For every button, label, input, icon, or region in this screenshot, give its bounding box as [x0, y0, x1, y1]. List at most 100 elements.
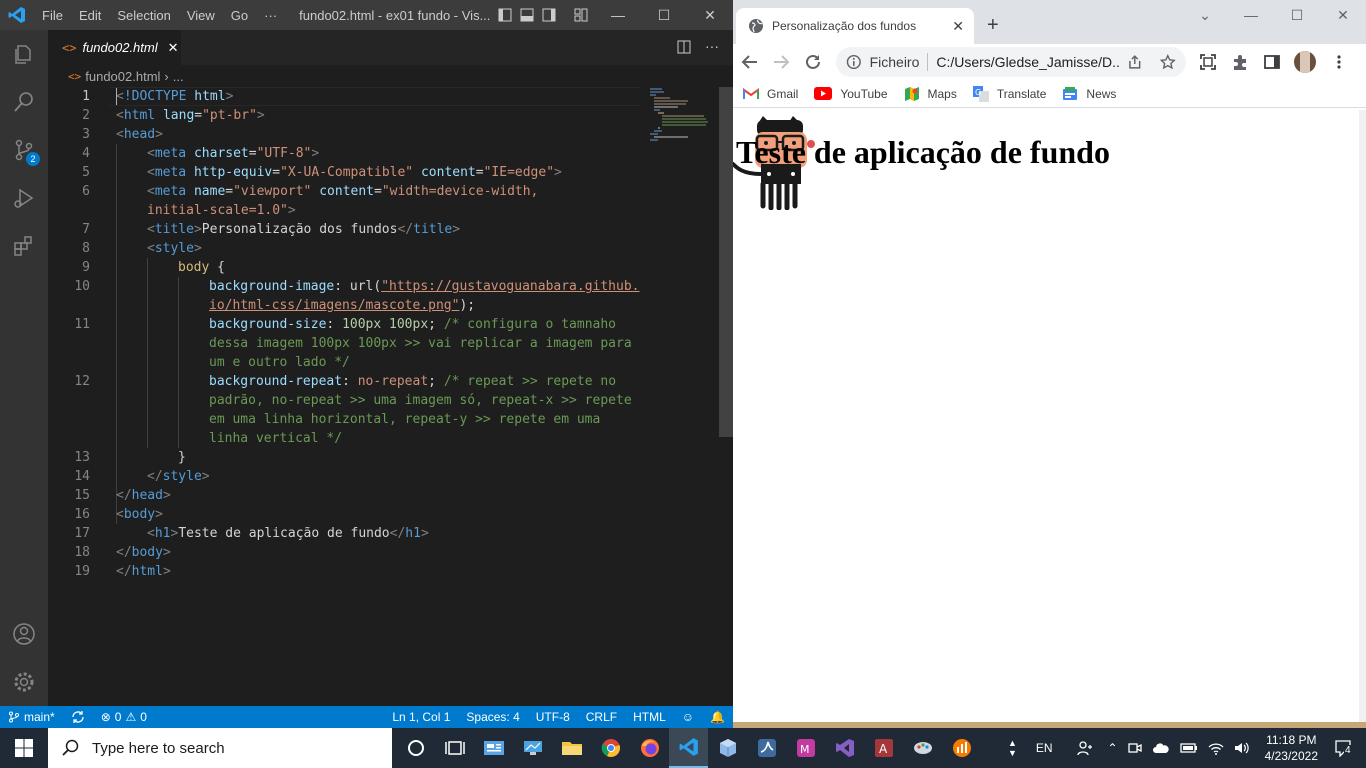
- file-explorer-folder-icon[interactable]: [552, 728, 591, 768]
- meet-now-icon[interactable]: [1123, 741, 1147, 755]
- onedrive-cloud-icon[interactable]: [1147, 742, 1175, 754]
- code-editor[interactable]: 1 2 3 4 5 6 7 8 9 10 11 12 13 14 15 16 17 18 19 <!DOCTYPE …: [48, 87, 719, 706]
- access-app-icon[interactable]: A: [864, 728, 903, 768]
- status-eol[interactable]: CRLF: [578, 710, 625, 724]
- chrome-icon[interactable]: [591, 728, 630, 768]
- menu-kebab-icon[interactable]: [1330, 53, 1348, 71]
- maximize-icon[interactable]: ☐: [1274, 0, 1320, 30]
- reload-icon[interactable]: [804, 53, 822, 71]
- wifi-icon[interactable]: [1203, 741, 1229, 755]
- cortana-circle-icon[interactable]: [396, 728, 435, 768]
- minimize-icon[interactable]: —: [1228, 0, 1274, 30]
- tab-close-icon[interactable]: ✕: [168, 40, 179, 56]
- people-icon[interactable]: [1067, 740, 1103, 756]
- feedback-icon[interactable]: ☺: [674, 710, 702, 724]
- menu-file[interactable]: File: [34, 8, 71, 23]
- info-icon[interactable]: [846, 54, 862, 70]
- vscode-taskbar-icon[interactable]: [669, 728, 708, 768]
- bookmark-translate[interactable]: G Translate: [972, 85, 1046, 102]
- explorer-icon[interactable]: [12, 42, 36, 66]
- vscode-logo-icon[interactable]: [0, 6, 34, 24]
- power-bi-chart-icon[interactable]: [942, 728, 981, 768]
- more-actions-icon[interactable]: ···: [705, 38, 719, 54]
- side-panel-icon[interactable]: [1263, 53, 1281, 71]
- forward-arrow-icon[interactable]: [772, 53, 790, 71]
- battery-icon[interactable]: [1175, 742, 1203, 754]
- menu-edit[interactable]: Edit: [71, 8, 109, 23]
- notification-center[interactable]: 4: [1328, 739, 1366, 757]
- mysql-workbench-icon[interactable]: M: [786, 728, 825, 768]
- sync-icon[interactable]: [63, 710, 93, 724]
- close-icon[interactable]: ✕: [1320, 0, 1366, 30]
- status-branch[interactable]: main*: [0, 710, 63, 724]
- computer-icon[interactable]: [513, 728, 552, 768]
- bookmark-youtube[interactable]: YouTube: [814, 87, 888, 101]
- taskbar-clock[interactable]: 11:18 PM 4/23/2022: [1255, 732, 1328, 764]
- run-debug-icon[interactable]: [12, 186, 36, 210]
- toggle-sidebar-icon[interactable]: [498, 8, 512, 22]
- minimap[interactable]: [648, 87, 718, 167]
- browser-tab[interactable]: Personalização dos fundos ✕: [736, 8, 974, 44]
- profile-avatar[interactable]: [1294, 51, 1316, 73]
- wireshark-shark-icon[interactable]: [747, 728, 786, 768]
- share-icon[interactable]: [1127, 54, 1143, 70]
- bookmark-maps[interactable]: Maps: [904, 86, 957, 102]
- bookmark-star-icon[interactable]: [1160, 54, 1176, 70]
- task-view-icon[interactable]: [435, 728, 474, 768]
- extensions-puzzle-icon[interactable]: [1231, 53, 1249, 71]
- menu-more[interactable]: ···: [256, 8, 285, 23]
- back-arrow-icon[interactable]: [741, 53, 759, 71]
- minimize-icon[interactable]: —: [595, 7, 641, 24]
- status-encoding[interactable]: UTF-8: [528, 710, 578, 724]
- status-position[interactable]: Ln 1, Col 1: [384, 710, 458, 724]
- visual-studio-icon[interactable]: [825, 728, 864, 768]
- bookmark-news[interactable]: News: [1062, 86, 1116, 101]
- bookmark-gmail[interactable]: Gmail: [743, 87, 798, 101]
- status-language[interactable]: HTML: [625, 710, 674, 724]
- toggle-panel-icon[interactable]: [520, 8, 534, 22]
- virtualbox-cube-icon[interactable]: [708, 728, 747, 768]
- menu-view[interactable]: View: [179, 8, 223, 23]
- breadcrumb-file[interactable]: fundo02.html: [85, 69, 160, 84]
- address-url[interactable]: C:/Users/Gledse_Jamisse/D...: [936, 54, 1119, 70]
- firefox-icon[interactable]: [630, 728, 669, 768]
- tab-close-icon[interactable]: ✕: [952, 18, 964, 35]
- taskbar-search-box[interactable]: Type here to search: [48, 728, 392, 768]
- breadcrumb-symbol[interactable]: ...: [173, 69, 184, 84]
- start-windows-icon[interactable]: [0, 728, 48, 768]
- extensions-icon[interactable]: [12, 234, 36, 258]
- screen-capture-icon[interactable]: [1199, 53, 1217, 71]
- tab-search-chevron-down-icon[interactable]: ⌄: [1182, 0, 1228, 30]
- show-hidden-icons-chevron-up-icon[interactable]: ⌃: [1103, 741, 1123, 755]
- accounts-icon[interactable]: [12, 622, 36, 646]
- scrollbar-thumb[interactable]: [719, 87, 733, 437]
- editor-scrollbar[interactable]: [719, 87, 733, 706]
- settings-gear-icon[interactable]: [12, 670, 36, 694]
- clock-date: 4/23/2022: [1264, 749, 1318, 763]
- css-url-link[interactable]: "https://gustavoguanabara.github.: [381, 279, 639, 294]
- status-problems[interactable]: ⊗ 0 ⚠ 0: [93, 710, 155, 724]
- maximize-icon[interactable]: ☐: [641, 7, 687, 24]
- split-editor-icon[interactable]: [677, 40, 691, 54]
- menu-go[interactable]: Go: [223, 8, 256, 23]
- error-icon: ⊗: [100, 710, 111, 724]
- search-icon[interactable]: [12, 90, 36, 114]
- paint-app-icon[interactable]: [903, 728, 942, 768]
- tab-fundo02-html[interactable]: <> fundo02.html ✕: [48, 30, 181, 65]
- menu-selection[interactable]: Selection: [109, 8, 178, 23]
- status-spaces[interactable]: Spaces: 4: [458, 710, 527, 724]
- css-url-link[interactable]: io/html-css/imagens/mascote.png": [209, 298, 459, 313]
- new-tab-plus-icon[interactable]: +: [987, 14, 999, 37]
- volume-speaker-icon[interactable]: [1229, 741, 1255, 755]
- news-widget-icon[interactable]: [474, 728, 513, 768]
- code-token: =: [225, 184, 234, 199]
- address-bar[interactable]: Ficheiro C:/Users/Gledse_Jamisse/D...: [836, 47, 1186, 77]
- customize-layout-icon[interactable]: [574, 8, 588, 22]
- notifications-bell-icon[interactable]: 🔔: [702, 710, 733, 724]
- tag-bracket: >: [162, 545, 171, 560]
- input-language[interactable]: EN: [1022, 741, 1067, 755]
- close-icon[interactable]: ✕: [687, 7, 733, 24]
- scroll-chevron-icon[interactable]: ▲ ▼: [1003, 738, 1022, 758]
- page-scrollbar[interactable]: [1359, 110, 1366, 722]
- toggle-secondary-sidebar-icon[interactable]: [542, 8, 556, 22]
